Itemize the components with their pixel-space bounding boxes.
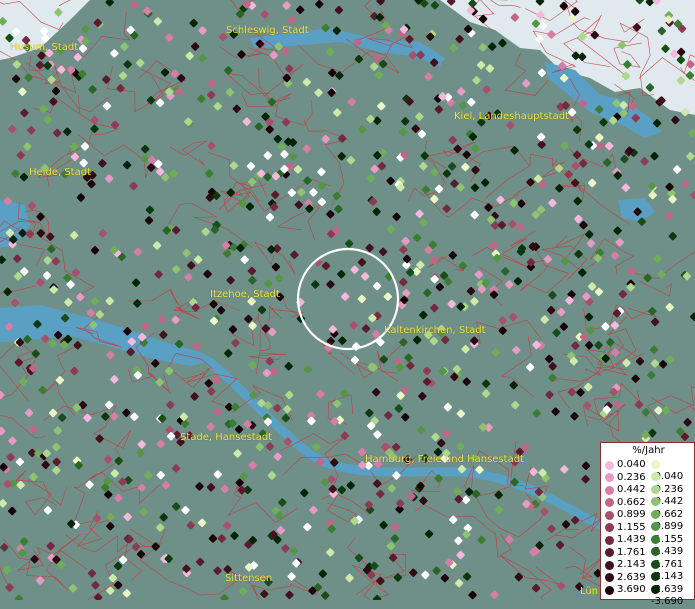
legend-value: -3.690 — [651, 596, 684, 607]
legend-value: 0.662 — [617, 496, 646, 508]
legend-swatch — [605, 573, 614, 582]
city-label-schleswig: Schleswig, Stadt — [226, 25, 309, 36]
legend-entry-neg: -0.040 — [651, 459, 694, 482]
legend-entry-pos: 0.040 — [605, 459, 646, 471]
city-label-kiel: Kiel, Landeshauptstadt — [454, 111, 569, 122]
legend-swatch — [651, 472, 660, 481]
legend-entry-neg: -3.690 — [651, 584, 694, 607]
legend-entry-neg: -0.662 — [651, 497, 694, 520]
legend-value: 0.899 — [617, 509, 646, 520]
legend-title: %/Jahr — [632, 445, 665, 456]
legend-entry-neg: -1.761 — [651, 547, 694, 570]
legend-entry-pos: 2.639 — [605, 572, 646, 584]
legend-value: 0.442 — [617, 484, 646, 495]
legend: %/Jahr 0.040 -0.040 0.236 -0.236 0.442 -0.442… — [600, 442, 695, 607]
legend-value: 2.143 — [617, 559, 646, 570]
legend-swatch — [605, 510, 614, 520]
city-label-stade: Stade, Hansestadt — [180, 432, 273, 443]
legend-entry-neg: -0.442 — [651, 484, 694, 507]
legend-entry-neg: -0.236 — [651, 472, 694, 495]
city-label-sittensen: Sittensen — [225, 573, 273, 584]
city-label-hamburg: Hamburg, Freie und Hansestadt — [365, 454, 524, 465]
legend-entry-neg: -2.639 — [651, 572, 694, 595]
legend-swatch — [651, 572, 660, 581]
city-label-itzehoe: Itzehoe, Stadt — [210, 289, 280, 300]
legend-value: 3.690 — [617, 584, 646, 595]
legend-swatch — [651, 547, 660, 556]
legend-swatch — [605, 535, 614, 545]
legend-value: 1.439 — [617, 534, 646, 545]
legend-swatch — [605, 523, 614, 532]
legend-value: 1.155 — [617, 521, 646, 533]
legend-swatch — [651, 484, 660, 494]
legend-entry-neg: -1.439 — [651, 534, 694, 557]
legend-swatch — [605, 485, 614, 495]
legend-entry-pos: 0.662 — [605, 497, 646, 509]
legend-swatch — [651, 559, 660, 569]
legend-entry-pos: 0.899 — [605, 509, 646, 521]
legend-swatch — [605, 460, 614, 470]
legend-swatch — [651, 509, 660, 519]
legend-entry-pos: 2.143 — [605, 559, 646, 571]
legend-swatch — [651, 534, 660, 544]
legend-value: 0.040 — [617, 459, 646, 470]
legend-swatch — [651, 522, 660, 531]
legend-entry-neg: -0.899 — [651, 509, 694, 532]
city-label-kaltenkirchen: Kaltenkirchen, Stadt — [384, 325, 486, 336]
legend-entry-pos: 3.690 — [605, 584, 646, 596]
city-label-lun: Lün — [580, 586, 599, 597]
legend-entry-neg: -2.143 — [651, 559, 694, 582]
legend-swatch — [605, 548, 614, 557]
city-label-husum: Husum, Stadt — [10, 42, 79, 53]
legend-swatch — [605, 498, 614, 507]
legend-swatch — [651, 584, 660, 594]
legend-swatch — [651, 459, 660, 469]
legend-entry-pos: 1.155 — [605, 522, 646, 534]
legend-swatch — [605, 473, 614, 482]
legend-swatch — [651, 497, 660, 506]
legend-entry-pos: 0.236 — [605, 472, 646, 484]
legend-swatch — [605, 560, 614, 570]
legend-entry-pos: 0.442 — [605, 484, 646, 496]
legend-entry-neg: -1.155 — [651, 522, 694, 545]
map-canvas[interactable] — [0, 0, 695, 600]
city-label-heide: Heide, Stadt — [29, 167, 91, 178]
legend-value: 0.236 — [617, 471, 646, 483]
legend-swatch — [605, 585, 614, 595]
legend-value: 2.639 — [617, 571, 646, 583]
legend-entry-pos: 1.761 — [605, 547, 646, 559]
legend-entry-pos: 1.439 — [605, 534, 646, 546]
legend-value: 1.761 — [617, 546, 646, 558]
